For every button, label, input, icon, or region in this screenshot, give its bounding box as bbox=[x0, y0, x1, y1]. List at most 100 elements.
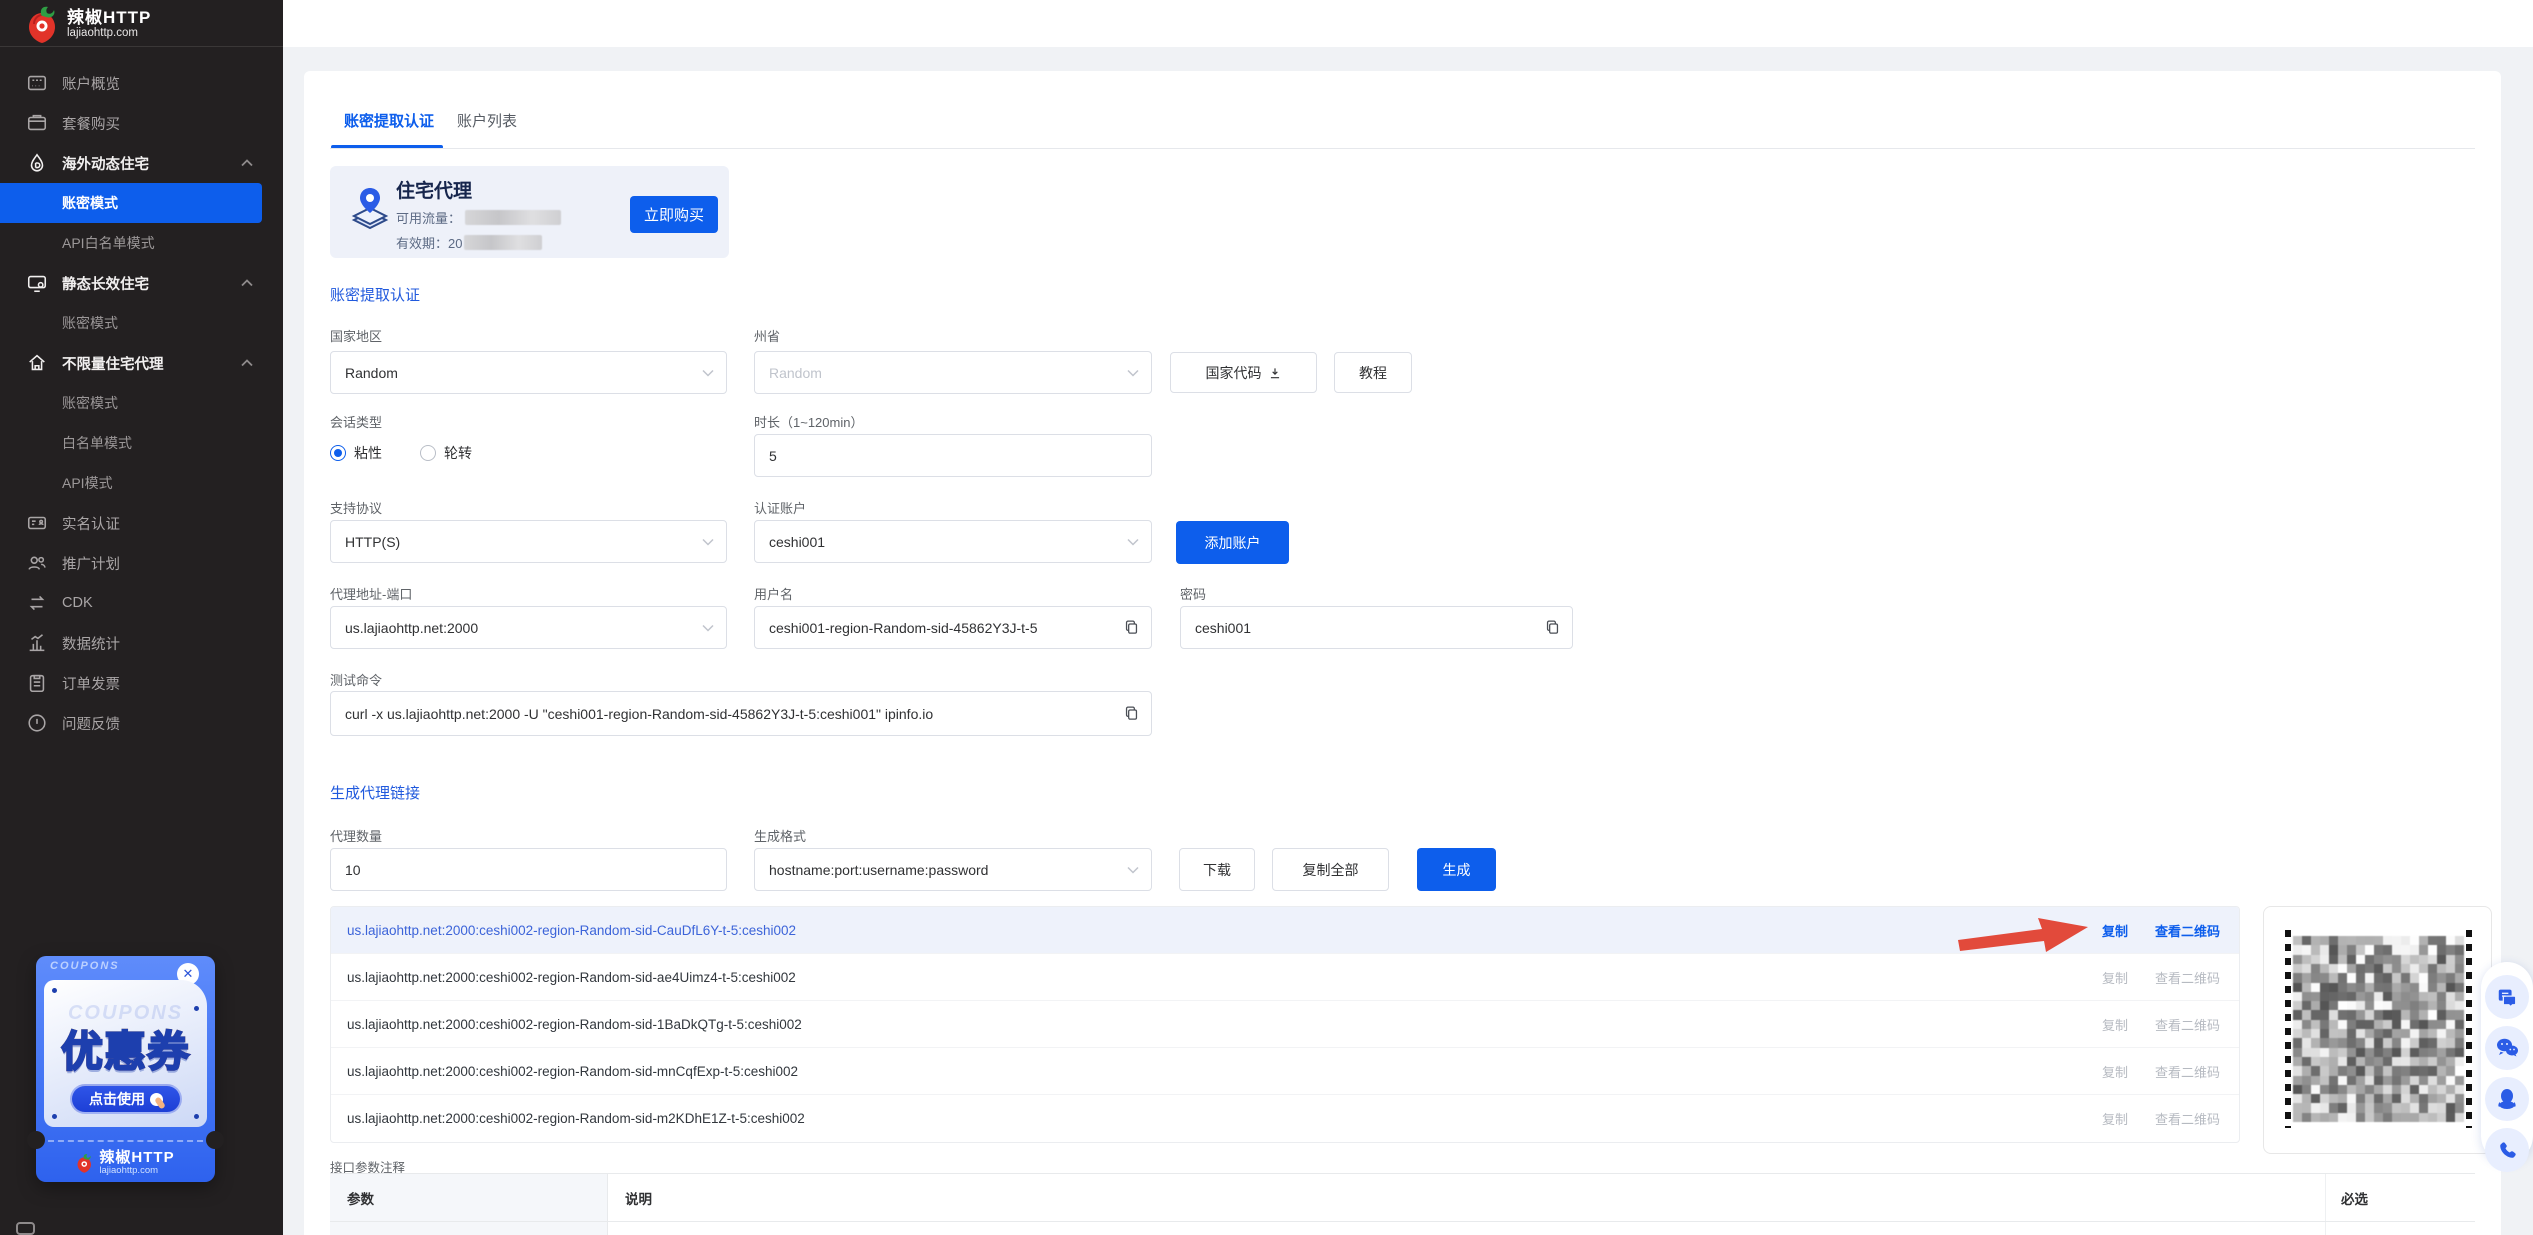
copy-link[interactable]: 复制 bbox=[2102, 921, 2128, 940]
sidebar-item-feedback[interactable]: 问题反馈 bbox=[0, 703, 283, 743]
proxy-count-label: 代理数量 bbox=[330, 826, 382, 845]
radio-rotate-label[interactable]: 轮转 bbox=[444, 443, 472, 463]
view-qr-link[interactable]: 查看二维码 bbox=[2155, 1109, 2220, 1128]
table-column-divider bbox=[2325, 1174, 2326, 1235]
copy-link[interactable]: 复制 bbox=[2102, 1109, 2128, 1128]
test-command-field[interactable]: curl -x us.lajiaohttp.net:2000 -U "ceshi… bbox=[330, 691, 1152, 736]
format-select[interactable]: hostname:port:username:password bbox=[754, 848, 1152, 891]
traffic-label: 可用流量： bbox=[396, 208, 461, 227]
copy-link[interactable]: 复制 bbox=[2102, 1015, 2128, 1034]
copy-all-button[interactable]: 复制全部 bbox=[1272, 848, 1389, 891]
username-field[interactable]: ceshi001-region-Random-sid-45862Y3J-t-5 bbox=[754, 606, 1152, 649]
monitor-pin-icon bbox=[26, 272, 48, 294]
add-account-button[interactable]: 添加账户 bbox=[1176, 521, 1289, 564]
country-code-button[interactable]: 国家代码 bbox=[1170, 352, 1317, 393]
house-signal-icon bbox=[26, 352, 48, 374]
view-qr-link[interactable]: 查看二维码 bbox=[2155, 921, 2220, 940]
radio-sticky[interactable] bbox=[330, 445, 346, 461]
view-qr-link[interactable]: 查看二维码 bbox=[2155, 1062, 2220, 1081]
copy-link[interactable]: 复制 bbox=[2102, 1062, 2128, 1081]
sidebar-item-whitelist-mode[interactable]: 白名单模式 bbox=[0, 423, 283, 463]
auth-section-heading: 账密提取认证 bbox=[330, 284, 420, 305]
session-type-label: 会话类型 bbox=[330, 412, 382, 431]
sidebar-item-statistics[interactable]: 数据统计 bbox=[0, 623, 283, 663]
sidebar-item-credential-mode-unlimited[interactable]: 账密模式 bbox=[0, 383, 283, 423]
table-column-divider bbox=[607, 1174, 608, 1235]
copy-icon[interactable] bbox=[1123, 705, 1140, 722]
tab-account-list[interactable]: 账户列表 bbox=[457, 110, 517, 131]
copy-icon[interactable] bbox=[1544, 619, 1561, 636]
copy-link[interactable]: 复制 bbox=[2102, 968, 2128, 987]
proxy-row: us.lajiaohttp.net:2000:ceshi002-region-R… bbox=[331, 954, 2239, 1001]
swap-arrows-icon bbox=[26, 592, 48, 614]
proxy-address-select[interactable]: us.lajiaohttp.net:2000 bbox=[330, 606, 727, 649]
sidebar-item-api-whitelist-mode[interactable]: API白名单模式 bbox=[0, 223, 283, 263]
sidebar-item-account-overview[interactable]: 账户概览 bbox=[0, 63, 283, 103]
phone-button[interactable] bbox=[2485, 1128, 2529, 1172]
tab-credential-auth[interactable]: 账密提取认证 bbox=[344, 110, 434, 131]
table-header-required: 必选 bbox=[2341, 1188, 2368, 1208]
download-button[interactable]: 下载 bbox=[1179, 848, 1255, 891]
sidebar-item-credential-mode-static[interactable]: 账密模式 bbox=[0, 303, 283, 343]
brand-name: 辣椒HTTP bbox=[67, 9, 151, 27]
proxy-link[interactable]: us.lajiaohttp.net:2000:ceshi002-region-R… bbox=[347, 1111, 805, 1126]
brand-logo[interactable]: 辣椒HTTP lajiaohttp.com bbox=[26, 4, 151, 44]
sidebar-item-identity-verify[interactable]: 实名认证 bbox=[0, 503, 283, 543]
generate-section-heading: 生成代理链接 bbox=[330, 782, 420, 803]
expiry-label: 有效期：20 bbox=[396, 233, 462, 252]
qq-button[interactable] bbox=[2485, 1077, 2529, 1121]
table-header-description: 说明 bbox=[625, 1188, 652, 1208]
buy-now-button[interactable]: 立即购买 bbox=[630, 196, 718, 233]
download-icon bbox=[1268, 366, 1282, 380]
format-label: 生成格式 bbox=[754, 826, 806, 845]
app-root: 辣椒HTTP lajiaohttp.com 账户概览 套餐购买 海外动态住宅 bbox=[0, 0, 2533, 1235]
expiry-value-redacted bbox=[464, 235, 542, 250]
proxy-link[interactable]: us.lajiaohttp.net:2000:ceshi002-region-R… bbox=[347, 1064, 798, 1079]
table-border bbox=[330, 1173, 2475, 1174]
sidebar-item-package-purchase[interactable]: 套餐购买 bbox=[0, 103, 283, 143]
sidebar-item-referral-plan[interactable]: 推广计划 bbox=[0, 543, 283, 583]
sidebar-item-overseas-dynamic[interactable]: 海外动态住宅 bbox=[0, 143, 283, 183]
country-label: 国家地区 bbox=[330, 326, 382, 345]
chevron-down-icon bbox=[702, 624, 714, 632]
sidebar-item-order-invoice[interactable]: 订单发票 bbox=[0, 663, 283, 703]
proxy-link[interactable]: us.lajiaohttp.net:2000:ceshi002-region-R… bbox=[347, 970, 796, 985]
traffic-value-redacted bbox=[465, 210, 561, 225]
proxy-link[interactable]: us.lajiaohttp.net:2000:ceshi002-region-R… bbox=[347, 923, 796, 938]
protocol-select[interactable]: HTTP(S) bbox=[330, 520, 727, 563]
chevron-down-icon bbox=[1127, 866, 1139, 874]
coupon-ribbon: COUPONS bbox=[50, 960, 120, 972]
state-select[interactable]: Random bbox=[754, 351, 1152, 394]
sidebar-item-unlimited-residential[interactable]: 不限量住宅代理 bbox=[0, 343, 283, 383]
duration-input[interactable]: 5 bbox=[754, 434, 1152, 477]
qr-code-panel bbox=[2263, 906, 2492, 1154]
auth-account-select[interactable]: ceshi001 bbox=[754, 520, 1152, 563]
view-qr-link[interactable]: 查看二维码 bbox=[2155, 1015, 2220, 1034]
chat-support-button[interactable] bbox=[2485, 975, 2529, 1019]
bar-chart-icon bbox=[26, 632, 48, 654]
radio-rotate[interactable] bbox=[420, 445, 436, 461]
sidebar-item-static-residential[interactable]: 静态长效住宅 bbox=[0, 263, 283, 303]
radio-sticky-label[interactable]: 粘性 bbox=[354, 443, 382, 463]
coupon-card: COUPONS 优惠券 点击使用 bbox=[44, 980, 207, 1127]
chevron-up-icon bbox=[241, 279, 253, 287]
proxy-count-input[interactable]: 10 bbox=[330, 848, 727, 891]
sidebar-item-clipped-icon bbox=[16, 1222, 35, 1235]
coupon-use-button[interactable]: 点击使用 bbox=[70, 1084, 182, 1114]
password-field[interactable]: ceshi001 bbox=[1180, 606, 1573, 649]
chevron-down-icon bbox=[1127, 538, 1139, 546]
generate-button[interactable]: 生成 bbox=[1417, 848, 1496, 891]
sidebar-item-cdk[interactable]: CDK bbox=[0, 583, 283, 623]
tutorial-button[interactable]: 教程 bbox=[1334, 352, 1412, 393]
chat-icon bbox=[2496, 986, 2518, 1008]
dashboard-icon bbox=[26, 72, 48, 94]
wechat-button[interactable] bbox=[2485, 1026, 2529, 1070]
proxy-link[interactable]: us.lajiaohttp.net:2000:ceshi002-region-R… bbox=[347, 1017, 802, 1032]
sidebar-item-credential-mode-dynamic[interactable]: 账密模式 bbox=[0, 183, 262, 223]
country-select[interactable]: Random bbox=[330, 351, 727, 394]
chevron-down-icon bbox=[702, 538, 714, 546]
sidebar-item-api-mode[interactable]: API模式 bbox=[0, 463, 283, 503]
pepper-logo-icon bbox=[76, 1152, 93, 1174]
copy-icon[interactable] bbox=[1123, 619, 1140, 636]
view-qr-link[interactable]: 查看二维码 bbox=[2155, 968, 2220, 987]
